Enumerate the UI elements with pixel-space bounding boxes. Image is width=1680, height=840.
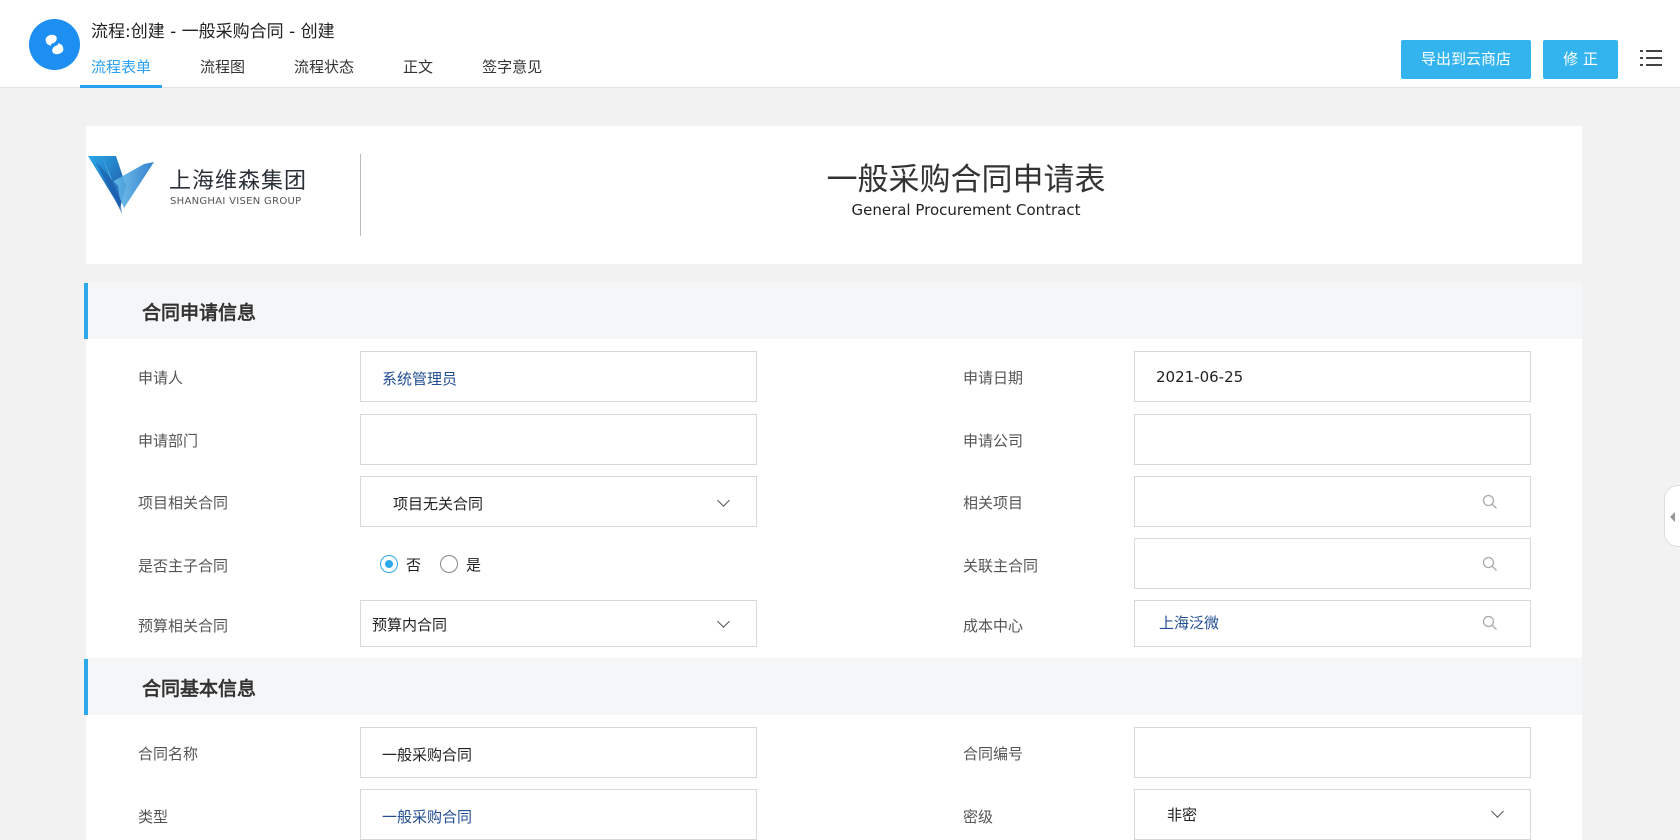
contract-number-label: 合同编号 <box>963 745 1024 763</box>
type-label: 类型 <box>138 808 169 826</box>
list-menu-icon[interactable] <box>1640 47 1662 69</box>
applicant-label: 申请人 <box>138 369 184 387</box>
project-contract-select[interactable]: 项目无关合同 <box>360 476 757 527</box>
tab-form[interactable]: 流程表单 <box>80 50 163 88</box>
cost-center-label: 成本中心 <box>963 617 1024 635</box>
apply-date-field[interactable]: 2021-06-25 <box>1134 351 1531 402</box>
secret-level-value: 非密 <box>1167 806 1198 824</box>
chevron-down-icon <box>1491 805 1504 818</box>
search-icon[interactable] <box>1482 615 1498 631</box>
company-logo: 上海维森集团 SHANGHAI VISEN GROUP <box>88 156 306 216</box>
contract-name-value: 一般采购合同 <box>382 746 473 764</box>
type-field[interactable]: 一般采购合同 <box>360 789 757 840</box>
secret-level-select[interactable]: 非密 <box>1134 789 1531 840</box>
top-header: 流程:创建 - 一般采购合同 - 创建 流程表单 流程图 流程状态 正文 签字意… <box>0 0 1680 88</box>
chevron-down-icon <box>717 615 730 628</box>
budget-select[interactable]: 预算内合同 <box>360 600 757 647</box>
radio-no-label: 否 <box>406 556 422 574</box>
budget-label: 预算相关合同 <box>138 617 229 635</box>
form-subtitle: General Procurement Contract <box>851 201 1081 219</box>
cost-center-field[interactable]: 上海泛微 <box>1134 600 1531 647</box>
workflow-title: 流程:创建 - 一般采购合同 - 创建 <box>91 22 335 42</box>
applicant-value[interactable]: 系统管理员 <box>382 368 457 389</box>
app-logo-icon[interactable] <box>29 19 80 70</box>
apply-date-label: 申请日期 <box>963 369 1024 387</box>
dept-label: 申请部门 <box>138 432 199 450</box>
section-header-basic-info: 合同基本信息 <box>84 659 1582 715</box>
revise-button[interactable]: 修 正 <box>1543 40 1618 79</box>
form-title-block: 一般采购合同申请表 General Procurement Contract <box>676 154 1256 219</box>
related-main-label: 关联主合同 <box>963 557 1039 575</box>
document-header: 上海维森集团 SHANGHAI VISEN GROUP 一般采购合同申请表 Ge… <box>86 126 1582 264</box>
company-label: 申请公司 <box>963 432 1024 450</box>
type-value[interactable]: 一般采购合同 <box>382 806 472 827</box>
company-name-cn: 上海维森集团 <box>169 169 308 194</box>
is-main-label: 是否主子合同 <box>138 557 229 575</box>
tab-body-text[interactable]: 正文 <box>392 50 444 88</box>
tab-bar: 流程表单 流程图 流程状态 正文 签字意见 <box>80 50 580 88</box>
chevron-down-icon <box>717 494 730 507</box>
tab-flow-status[interactable]: 流程状态 <box>283 50 365 88</box>
cost-center-value[interactable]: 上海泛微 <box>1159 612 1219 633</box>
section-title: 合同基本信息 <box>142 678 257 700</box>
search-icon[interactable] <box>1482 494 1498 510</box>
header-divider <box>360 154 361 236</box>
secret-label: 密级 <box>963 808 994 826</box>
radio-yes-label: 是 <box>466 556 482 574</box>
section-title: 合同申请信息 <box>142 302 257 324</box>
tab-flow-chart[interactable]: 流程图 <box>189 50 256 88</box>
section-header-apply-info: 合同申请信息 <box>84 283 1582 339</box>
applicant-field[interactable]: 系统管理员 <box>360 351 757 402</box>
project-contract-label: 项目相关合同 <box>138 494 229 512</box>
related-main-field[interactable] <box>1134 538 1531 589</box>
contract-name-label: 合同名称 <box>138 745 199 763</box>
contract-name-field[interactable]: 一般采购合同 <box>360 727 757 778</box>
company-field[interactable] <box>1134 414 1531 465</box>
visen-logo-icon <box>88 156 154 214</box>
radio-yes[interactable] <box>440 555 458 573</box>
apply-date-value: 2021-06-25 <box>1156 368 1244 386</box>
export-to-cloud-store-button[interactable]: 导出到云商店 <box>1401 40 1531 79</box>
tab-sign-opinion[interactable]: 签字意见 <box>471 50 553 88</box>
form-title: 一般采购合同申请表 <box>826 162 1106 198</box>
company-name-en: SHANGHAI VISEN GROUP <box>170 196 302 207</box>
side-panel-toggle[interactable] <box>1664 485 1680 547</box>
dept-field[interactable] <box>360 414 757 465</box>
budget-value: 预算内合同 <box>372 616 448 634</box>
project-contract-value: 项目无关合同 <box>393 495 484 513</box>
related-project-field[interactable] <box>1134 476 1531 527</box>
radio-no[interactable] <box>380 555 398 573</box>
contract-number-field[interactable] <box>1134 727 1531 778</box>
search-icon[interactable] <box>1482 556 1498 572</box>
related-project-label: 相关项目 <box>963 494 1024 512</box>
